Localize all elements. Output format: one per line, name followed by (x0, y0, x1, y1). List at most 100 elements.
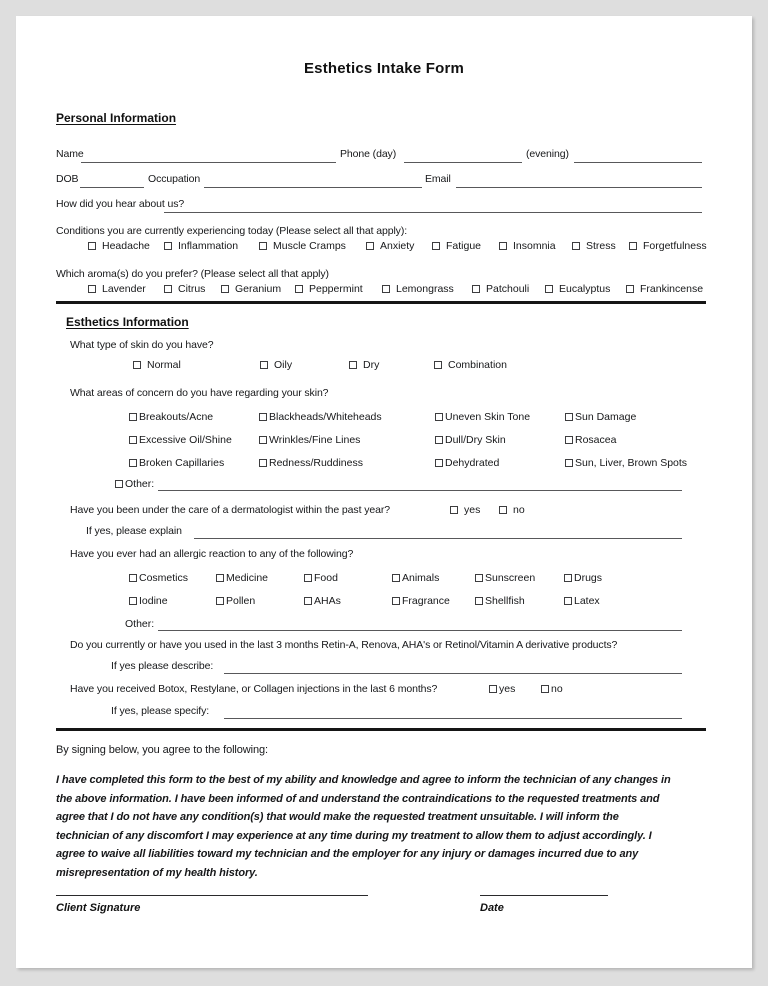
agreement-line: the above information. I have been infor… (56, 792, 660, 805)
injections-no-checkbox[interactable] (541, 685, 549, 693)
concern-option-r2-checkbox-1[interactable] (259, 459, 267, 467)
phone-day-label: Phone (day) (340, 148, 397, 160)
concern-option-r0-checkbox-1[interactable] (259, 413, 267, 421)
dermatologist-yes-checkbox[interactable] (450, 506, 458, 514)
skin-type-option-checkbox-1[interactable] (260, 361, 268, 369)
concern-option-r1-checkbox-3[interactable] (565, 436, 573, 444)
concern-option-r2-label-3: Sun, Liver, Brown Spots (575, 457, 688, 469)
email-label: Email (425, 173, 451, 185)
concern-option-r0-label-2: Uneven Skin Tone (445, 411, 531, 423)
allergy-option-r1-label-4: Shellfish (485, 595, 525, 607)
agreement-line: misrepresentation of my health history. (56, 866, 258, 879)
signature-line[interactable] (56, 895, 368, 896)
retinoid-describe-input[interactable] (224, 673, 682, 674)
injections-specify-input[interactable] (224, 718, 682, 719)
concern-option-r1-label-1: Wrinkles/Fine Lines (269, 434, 361, 446)
aroma-option-checkbox-5[interactable] (472, 285, 480, 293)
phone-evening-input[interactable] (574, 162, 702, 163)
allergy-option-r0-checkbox-1[interactable] (216, 574, 224, 582)
allergy-option-r1-checkbox-1[interactable] (216, 597, 224, 605)
concern-option-r2-checkbox-2[interactable] (435, 459, 443, 467)
allergy-option-r0-label-2: Food (314, 572, 338, 584)
concern-option-r0-label-3: Sun Damage (575, 411, 637, 423)
concern-option-r1-label-0: Excessive Oil/Shine (139, 434, 232, 446)
allergy-option-r0-checkbox-3[interactable] (392, 574, 400, 582)
section-divider-top (56, 301, 706, 304)
concern-option-r1-checkbox-2[interactable] (435, 436, 443, 444)
section-heading-personal: Personal Information (56, 111, 177, 125)
condition-option-label-2: Muscle Cramps (273, 240, 346, 252)
aroma-option-checkbox-4[interactable] (382, 285, 390, 293)
condition-option-checkbox-5[interactable] (499, 242, 507, 250)
concern-option-r0-checkbox-2[interactable] (435, 413, 443, 421)
concern-option-r2-checkbox-0[interactable] (129, 459, 137, 467)
skin-type-option-checkbox-3[interactable] (434, 361, 442, 369)
aroma-option-checkbox-2[interactable] (221, 285, 229, 293)
allergy-option-r0-checkbox-4[interactable] (475, 574, 483, 582)
condition-option-checkbox-6[interactable] (572, 242, 580, 250)
skin-type-option-label-2: Dry (363, 359, 380, 371)
concern-option-r1-checkbox-0[interactable] (129, 436, 137, 444)
concerns-other-input[interactable] (158, 490, 682, 491)
date-line[interactable] (480, 895, 608, 896)
allergy-option-r0-checkbox-5[interactable] (564, 574, 572, 582)
name-input[interactable] (81, 162, 336, 163)
concern-option-r0-label-0: Breakouts/Acne (139, 411, 214, 423)
condition-option-checkbox-4[interactable] (432, 242, 440, 250)
concerns-prompt: What areas of concern do you have regard… (70, 387, 329, 399)
allergy-option-r0-label-5: Drugs (574, 572, 603, 584)
retinoid-describe-label: If yes please describe: (111, 660, 214, 672)
injections-yes-label: yes (499, 683, 516, 695)
concern-option-r0-checkbox-3[interactable] (565, 413, 573, 421)
concerns-other-checkbox[interactable] (115, 480, 123, 488)
skin-type-option-label-0: Normal (147, 359, 181, 371)
concern-option-r0-checkbox-0[interactable] (129, 413, 137, 421)
concern-option-r2-label-0: Broken Capillaries (139, 457, 225, 469)
allergy-other-label: Other: (125, 618, 155, 630)
allergy-option-r0-label-0: Cosmetics (139, 572, 189, 584)
injections-yes-checkbox[interactable] (489, 685, 497, 693)
condition-option-checkbox-7[interactable] (629, 242, 637, 250)
aroma-option-checkbox-7[interactable] (626, 285, 634, 293)
allergy-option-r1-checkbox-2[interactable] (304, 597, 312, 605)
occupation-input[interactable] (204, 187, 422, 188)
allergy-option-r0-checkbox-0[interactable] (129, 574, 137, 582)
aroma-option-checkbox-1[interactable] (164, 285, 172, 293)
allergy-option-r0-checkbox-2[interactable] (304, 574, 312, 582)
skin-type-option-label-1: Oily (274, 359, 293, 371)
aroma-option-checkbox-0[interactable] (88, 285, 96, 293)
concern-option-r2-label-1: Redness/Ruddiness (269, 457, 363, 469)
concern-option-r1-label-2: Dull/Dry Skin (445, 434, 506, 446)
referral-label: How did you hear about us? (56, 198, 185, 210)
condition-option-label-7: Forgetfulness (643, 240, 707, 252)
dermatologist-yes-label: yes (464, 504, 481, 516)
conditions-prompt: Conditions you are currently experiencin… (56, 225, 408, 237)
allergy-option-r0-label-4: Sunscreen (485, 572, 536, 584)
condition-option-label-3: Anxiety (380, 240, 415, 252)
dob-input[interactable] (80, 187, 144, 188)
skin-type-option-checkbox-0[interactable] (133, 361, 141, 369)
concern-option-r2-checkbox-3[interactable] (565, 459, 573, 467)
dermatologist-explain-input[interactable] (194, 538, 682, 539)
condition-option-checkbox-3[interactable] (366, 242, 374, 250)
condition-option-checkbox-1[interactable] (164, 242, 172, 250)
dermatologist-no-checkbox[interactable] (499, 506, 507, 514)
referral-input[interactable] (164, 212, 702, 213)
email-input[interactable] (456, 187, 702, 188)
injections-no-label: no (551, 683, 563, 695)
allergy-option-r1-checkbox-0[interactable] (129, 597, 137, 605)
skin-type-option-checkbox-2[interactable] (349, 361, 357, 369)
allergy-option-r1-label-1: Pollen (226, 595, 256, 607)
allergy-option-r1-checkbox-4[interactable] (475, 597, 483, 605)
aroma-option-checkbox-6[interactable] (545, 285, 553, 293)
aroma-option-checkbox-3[interactable] (295, 285, 303, 293)
condition-option-checkbox-2[interactable] (259, 242, 267, 250)
retinoid-question: Do you currently or have you used in the… (70, 639, 618, 651)
allergy-option-r1-checkbox-5[interactable] (564, 597, 572, 605)
concern-option-r1-checkbox-1[interactable] (259, 436, 267, 444)
phone-day-input[interactable] (404, 162, 522, 163)
allergy-other-input[interactable] (158, 630, 682, 631)
condition-option-checkbox-0[interactable] (88, 242, 96, 250)
allergy-option-r1-checkbox-3[interactable] (392, 597, 400, 605)
condition-option-label-0: Headache (102, 240, 150, 252)
